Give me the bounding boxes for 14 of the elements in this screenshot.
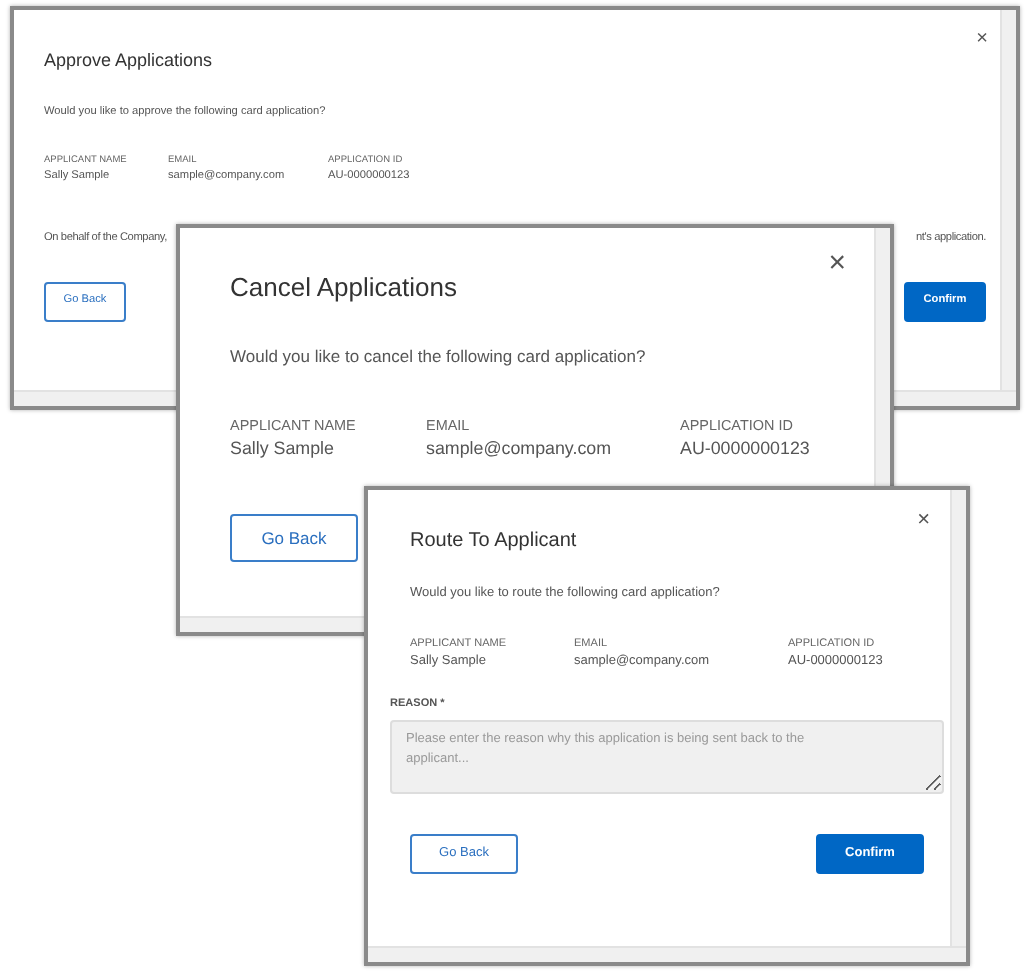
close-button[interactable]: × (917, 510, 930, 532)
dialog-title: Approve Applications (44, 50, 215, 72)
field-value: AU-0000000123 (680, 436, 812, 462)
go-back-button[interactable]: Go Back (230, 513, 358, 562)
horizontal-scrollbar[interactable] (368, 946, 966, 962)
dialog-question: Would you like to cancel the following card application? (230, 343, 648, 369)
vertical-scrollbar[interactable] (1000, 10, 1016, 390)
dialog-title: Cancel Applications (230, 272, 459, 304)
dialog-title: Route To Applicant (410, 530, 579, 554)
field-value: sample@company.com (426, 436, 614, 462)
close-button[interactable]: × (976, 30, 988, 50)
field-value: Sally Sample (230, 436, 336, 462)
vertical-scrollbar[interactable] (950, 490, 966, 946)
close-button[interactable]: × (828, 248, 846, 278)
